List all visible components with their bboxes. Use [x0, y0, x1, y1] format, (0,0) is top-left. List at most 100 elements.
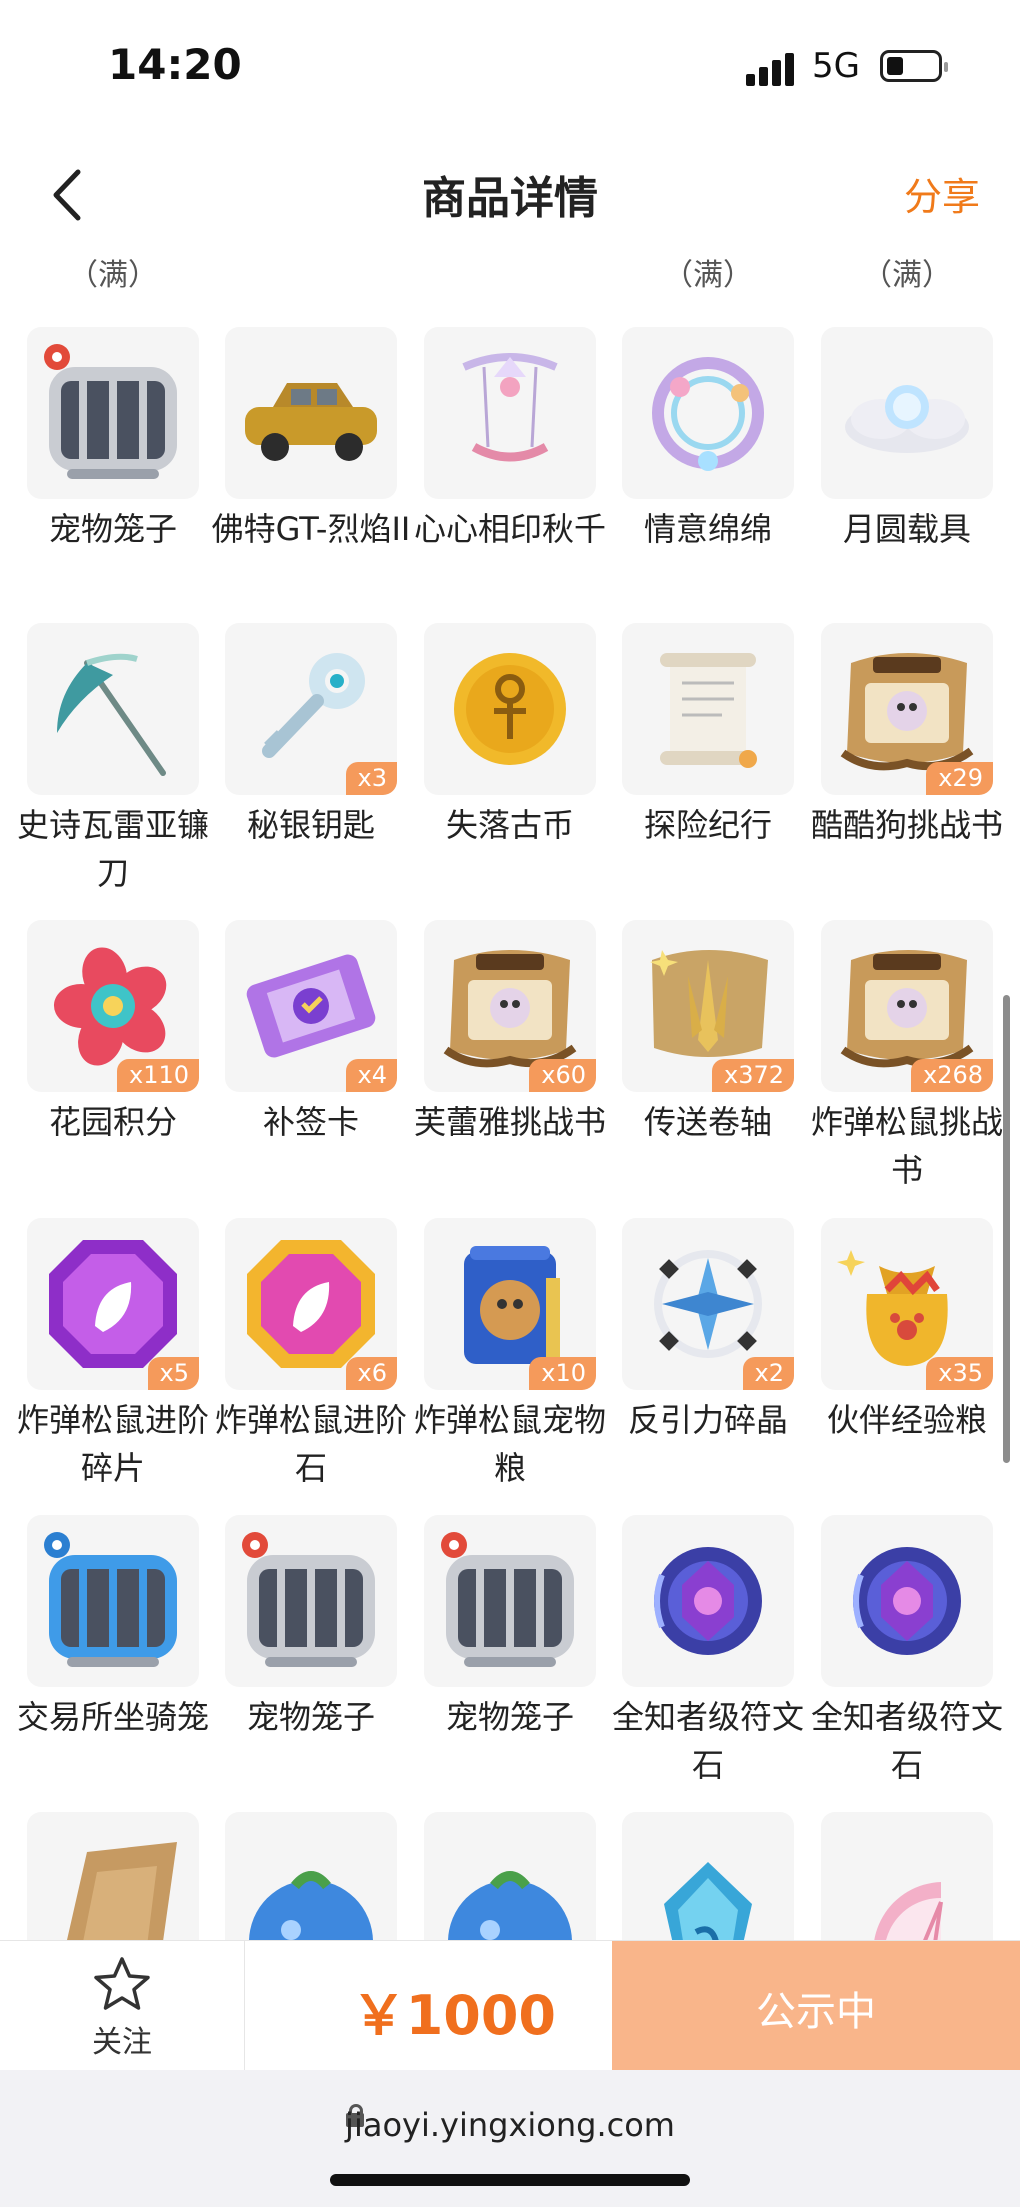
item-image[interactable]: x110	[27, 920, 199, 1092]
blue-berry-icon	[249, 1871, 373, 1940]
item-image[interactable]	[27, 327, 199, 499]
item-name: 补签卡	[262, 1103, 359, 1141]
item-name: 炸弹松鼠宠物粮	[413, 1401, 606, 1487]
item-image[interactable]	[821, 1812, 993, 1940]
item-count-badge: x3	[345, 762, 397, 795]
item-name: 月圆载具	[842, 510, 971, 548]
item-image[interactable]: x29	[821, 623, 993, 795]
item-name: 秘银钥匙	[246, 806, 375, 844]
status-button[interactable]: 公示中	[612, 1941, 1020, 2071]
item-name: 情意绵绵	[643, 510, 772, 548]
battery-icon	[880, 50, 948, 82]
item-image[interactable]	[622, 1812, 794, 1940]
full-tag: （满）	[663, 258, 753, 293]
item-count-badge: x35	[926, 1357, 993, 1390]
status-label: 公示中	[756, 1989, 876, 2035]
item-image[interactable]: x10	[424, 1218, 596, 1390]
item-image[interactable]	[225, 1812, 397, 1940]
status-time: 14:20	[108, 40, 242, 89]
item-image[interactable]: x60	[424, 920, 596, 1092]
item-name: 反引力碎晶	[627, 1401, 788, 1439]
swing-icon	[462, 353, 558, 462]
star-icon	[94, 1957, 150, 2010]
mount-cage-icon	[44, 1532, 177, 1667]
item-image[interactable]	[424, 1812, 596, 1940]
wreath-icon	[652, 357, 764, 471]
item-image[interactable]: x372	[622, 920, 794, 1092]
item-name: 炸弹松鼠进阶碎片	[16, 1401, 209, 1487]
item-image[interactable]	[27, 1812, 199, 1940]
network-type: 5G	[812, 46, 860, 86]
item-name: 探险纪行	[643, 806, 772, 844]
blue-berry-icon	[448, 1871, 572, 1940]
status-bar: 14:20 5G	[0, 0, 1020, 130]
item-name: 传送卷轴	[643, 1103, 772, 1141]
page-title: 商品详情	[422, 173, 598, 224]
pet-cage-icon	[441, 1532, 574, 1667]
item-name: 失落古币	[445, 806, 574, 844]
rune-stone-icon	[654, 1547, 762, 1655]
item-count-badge: x268	[910, 1059, 993, 1092]
item-count-badge: x372	[711, 1059, 794, 1092]
rune-stone-icon	[853, 1547, 961, 1655]
item-image[interactable]	[225, 327, 397, 499]
follow-button[interactable]: 关注	[0, 1941, 245, 2071]
browser-url-bar[interactable]: jiaoyi.yingxiong.com	[0, 2070, 1020, 2207]
item-name: 炸弹松鼠挑战书	[810, 1103, 1003, 1189]
item-image[interactable]	[821, 327, 993, 499]
coin-icon	[454, 653, 566, 765]
item-name: 宠物笼子	[445, 1698, 574, 1736]
full-tag: （满）	[862, 258, 952, 293]
item-image[interactable]: x2	[622, 1218, 794, 1390]
item-name: 伙伴经验粮	[826, 1401, 987, 1439]
item-image[interactable]: x4	[225, 920, 397, 1092]
item-image[interactable]	[424, 327, 596, 499]
item-name: 佛特GT-烈焰II	[211, 510, 411, 548]
scythe-icon	[57, 653, 166, 776]
item-name: 炸弹松鼠进阶石	[214, 1401, 407, 1487]
item-count-badge: x5	[147, 1357, 199, 1390]
item-image[interactable]	[27, 623, 199, 795]
item-image[interactable]: x35	[821, 1218, 993, 1390]
follow-label: 关注	[92, 2025, 152, 2060]
item-image[interactable]	[622, 1515, 794, 1687]
citrus-slice-icon	[874, 1882, 943, 1940]
item-image[interactable]: x6	[225, 1218, 397, 1390]
item-name: 花园积分	[48, 1103, 177, 1141]
price-display: ￥1000	[244, 1941, 612, 2071]
scrollbar[interactable]	[1003, 995, 1010, 1463]
share-button[interactable]: 分享	[904, 166, 980, 221]
item-name: 全知者级符文石	[810, 1698, 1003, 1784]
pet-cage-icon	[44, 344, 177, 479]
item-image[interactable]	[424, 623, 596, 795]
scroll-icon	[660, 653, 757, 768]
item-grid: （满） （满） （满） 宠物笼子 佛特GT-烈焰II 心心相印秋千 情意绵绵 月圆载具 史诗瓦雷…	[0, 250, 1020, 1940]
pet-cage-icon	[242, 1532, 375, 1667]
item-name: 芙蕾雅挑战书	[413, 1103, 606, 1141]
item-image[interactable]	[622, 327, 794, 499]
item-count-badge: x110	[116, 1059, 199, 1092]
item-count-badge: x4	[345, 1059, 397, 1092]
item-name: 宠物笼子	[48, 510, 177, 548]
item-image[interactable]	[225, 1515, 397, 1687]
item-name: 史诗瓦雷亚镰刀	[16, 806, 209, 892]
nav-header: 商品详情 分享	[0, 140, 1020, 250]
moon-cloud-icon	[845, 385, 969, 453]
item-name: 心心相印秋千	[413, 510, 606, 548]
action-bar: 关注 ￥1000 公示中	[0, 1940, 1020, 2071]
item-name: 宠物笼子	[246, 1698, 375, 1736]
item-image[interactable]	[821, 1515, 993, 1687]
parchment-icon	[67, 1842, 177, 1940]
item-image[interactable]: x3	[225, 623, 397, 795]
item-count-badge: x2	[742, 1357, 794, 1390]
item-image[interactable]	[27, 1515, 199, 1687]
item-count-badge: x6	[345, 1357, 397, 1390]
item-count-badge: x60	[529, 1059, 596, 1092]
home-indicator[interactable]	[330, 2174, 690, 2186]
item-image[interactable]	[622, 623, 794, 795]
full-tag: （满）	[68, 258, 158, 293]
item-image[interactable]: x268	[821, 920, 993, 1092]
item-image[interactable]	[424, 1515, 596, 1687]
price-value: ￥1000	[351, 1984, 556, 2047]
item-image[interactable]: x5	[27, 1218, 199, 1390]
